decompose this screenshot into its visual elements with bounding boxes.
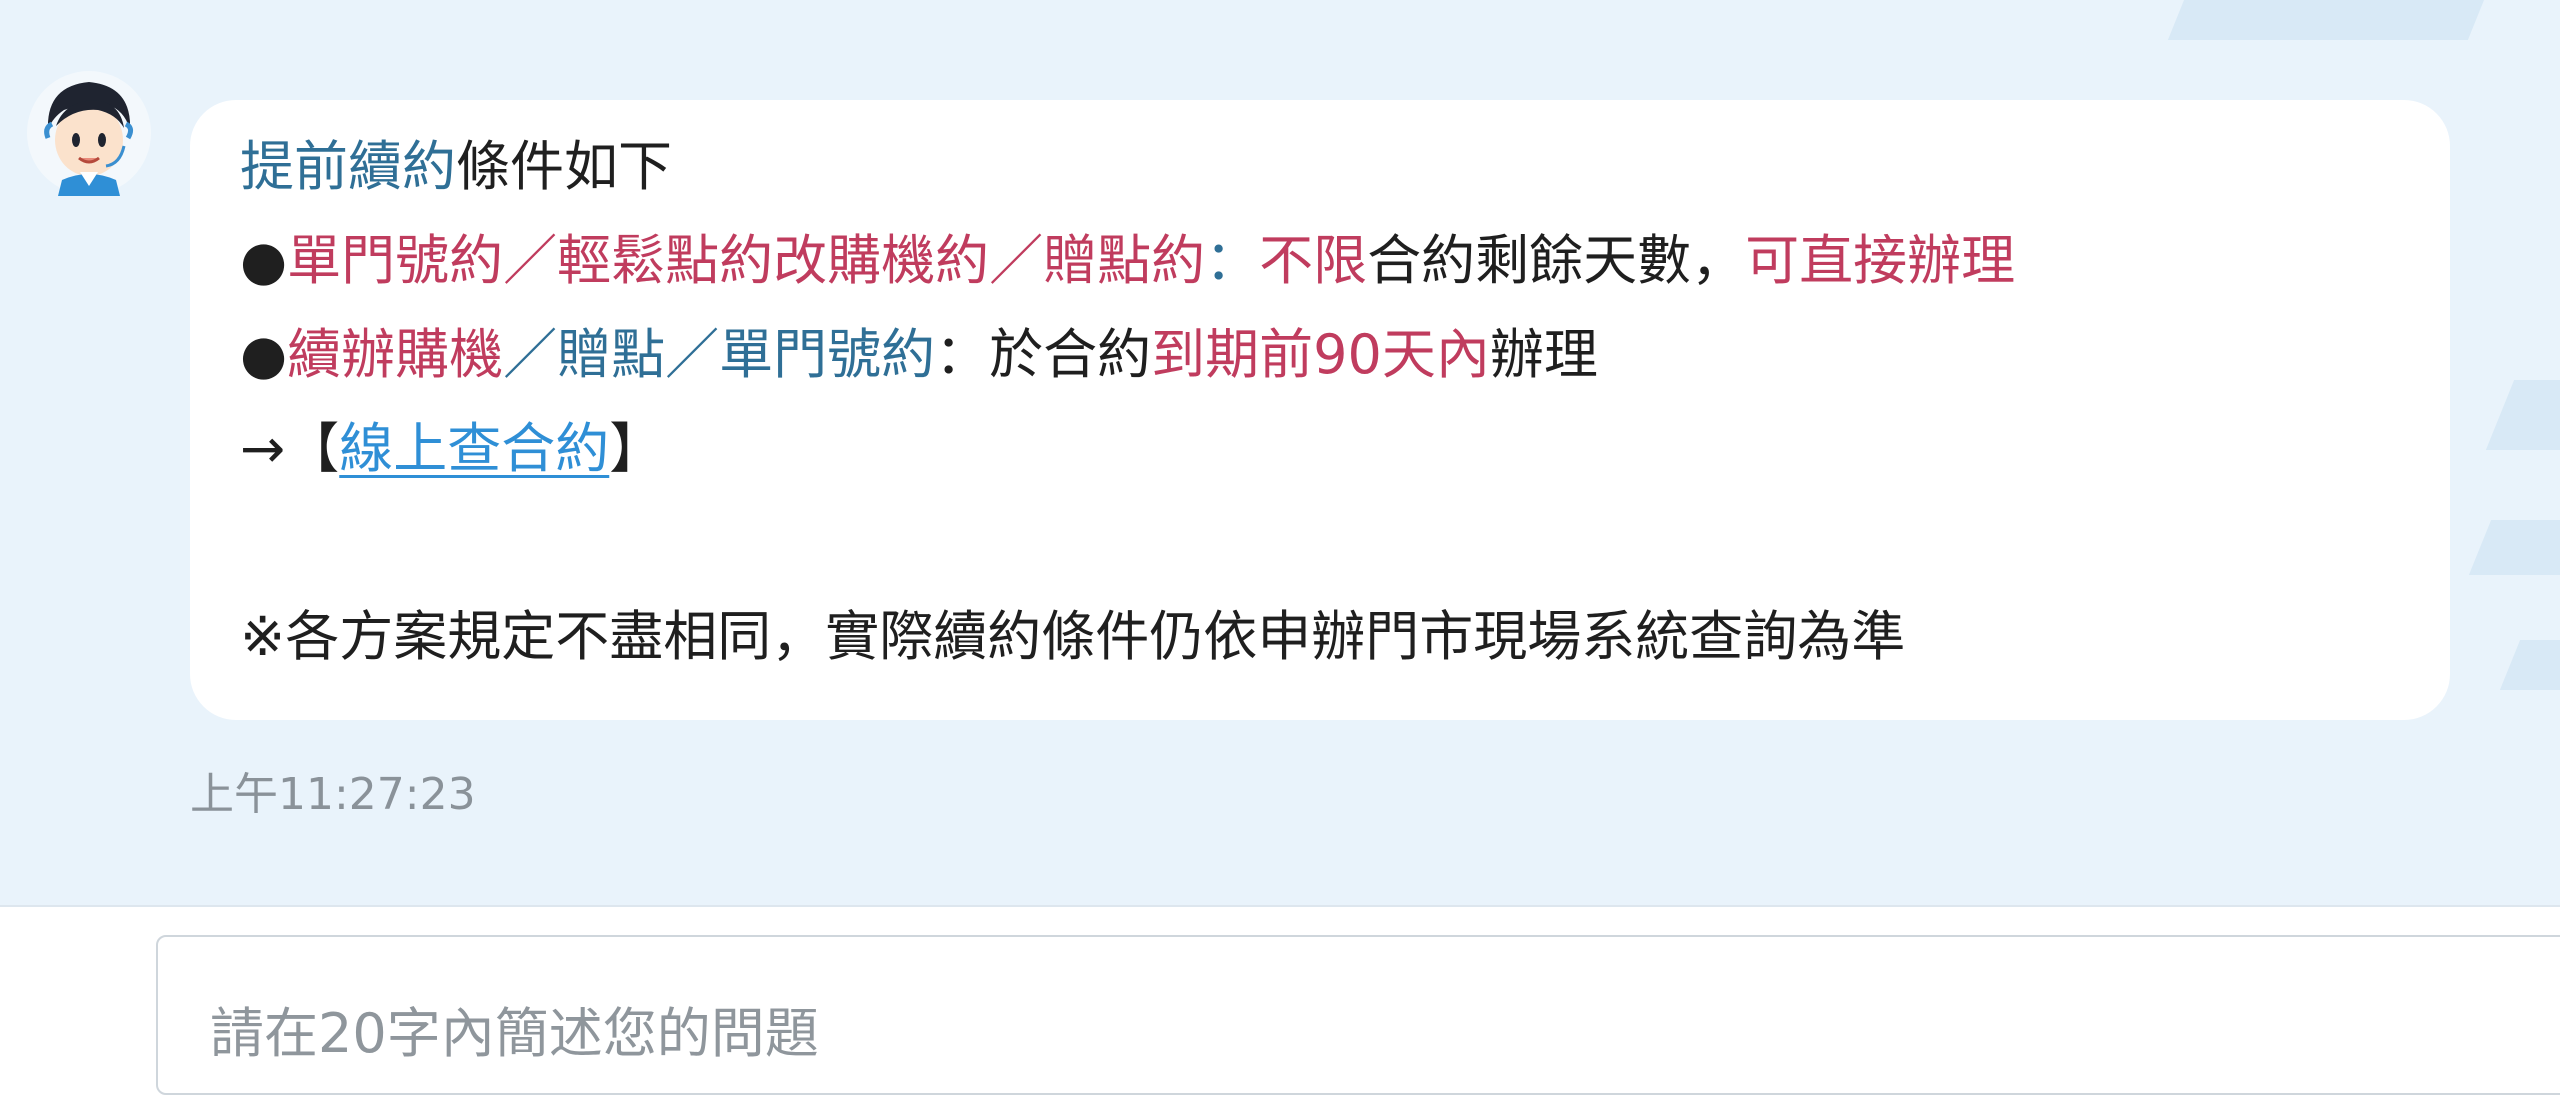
message-line-link: →【線上查合約】 xyxy=(240,402,2450,496)
title-text: 條件如下 xyxy=(456,135,672,198)
middle-text: 合約剩餘天數， xyxy=(1367,229,1746,292)
renewal-term-highlight: 提前續約 xyxy=(240,135,456,198)
end-text: 辦理 xyxy=(1489,323,1598,386)
plan-names: 單門號約／輕鬆點約改購機約／贈點約 xyxy=(287,229,1206,292)
background-decoration xyxy=(2468,520,2560,575)
message-note: ※各方案規定不盡相同，實際續約條件仍依申辦門市現場系統查詢為準 xyxy=(240,605,1906,668)
question-input[interactable] xyxy=(156,935,2560,1095)
action-text: 可直接辦理 xyxy=(1745,229,2016,292)
chat-message-bubble: 提前續約條件如下 ●單門號約／輕鬆點約改購機約／贈點約：不限合約剩餘天數，可直接… xyxy=(190,100,2450,720)
chat-area: 提前續約條件如下 ●單門號約／輕鬆點約改購機約／贈點約：不限合約剩餘天數，可直接… xyxy=(0,0,2560,905)
arrow-text: →【 xyxy=(240,417,340,480)
background-decoration xyxy=(2167,0,2493,40)
background-decoration xyxy=(2485,380,2560,450)
bullet-icon: ● xyxy=(240,323,288,386)
colon-text: ： xyxy=(1205,229,1260,292)
background-decoration xyxy=(2499,640,2560,690)
plan-names-blue: ／贈點／單門號約 xyxy=(503,323,936,386)
input-area xyxy=(0,905,2560,1095)
plan-name-red: 續辦購機 xyxy=(287,323,504,386)
bracket-close: 】 xyxy=(609,417,664,480)
message-timestamp: 上午11:27:23 xyxy=(190,769,476,820)
bullet-icon: ● xyxy=(240,229,288,292)
check-contract-online-link[interactable]: 線上查合約 xyxy=(339,417,609,480)
agent-avatar-icon xyxy=(24,68,154,198)
message-line-title: 提前續約條件如下 xyxy=(240,120,2450,214)
message-line-rule-1: ●單門號約／輕鬆點約改購機約／贈點約：不限合約剩餘天數，可直接辦理 xyxy=(240,214,2450,308)
colon-text: ：於合約 xyxy=(935,323,1152,386)
message-line-rule-2: ●續辦購機／贈點／單門號約：於合約到期前90天內辦理 xyxy=(240,308,2450,402)
deadline-text: 到期前90天內 xyxy=(1151,323,1490,386)
condition-text: 不限 xyxy=(1259,229,1368,292)
